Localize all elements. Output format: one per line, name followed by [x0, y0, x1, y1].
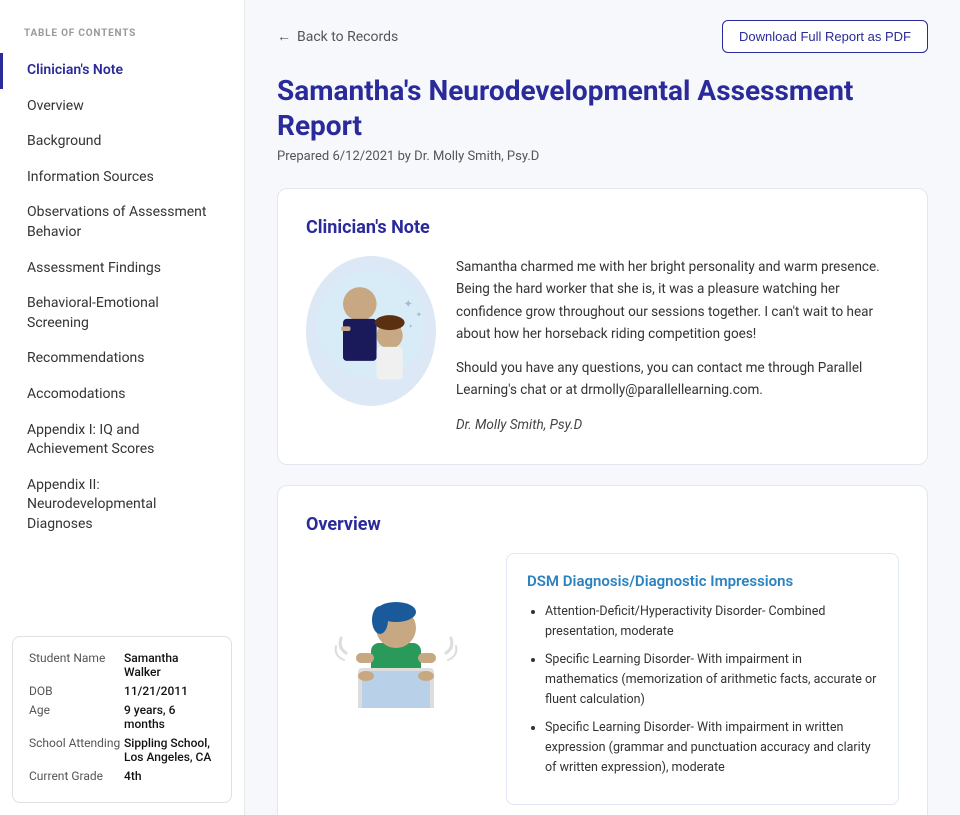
- clinician-photo-svg: ✦ ✦ ✦: [311, 261, 431, 401]
- sidebar-item-appendix-ii[interactable]: Appendix II: Neurodevelopmental Diagnose…: [0, 468, 244, 543]
- sidebar: TABLE OF CONTENTS Clinician's NoteOvervi…: [0, 0, 245, 815]
- overview-card: Overview: [277, 485, 928, 815]
- sidebar-item-appendix-i[interactable]: Appendix I: IQ and Achievement Scores: [0, 413, 244, 468]
- overview-illustration: [306, 553, 486, 713]
- prepared-by: Prepared 6/12/2021 by Dr. Molly Smith, P…: [277, 149, 928, 164]
- clinicians-note-card: Clinician's Note: [277, 188, 928, 465]
- sidebar-item-observations[interactable]: Observations of Assessment Behavior: [0, 195, 244, 250]
- sidebar-item-background[interactable]: Background: [0, 124, 244, 160]
- student-info-label: Current Grade: [29, 769, 124, 783]
- student-info-label: Student Name: [29, 651, 124, 665]
- sidebar-item-overview[interactable]: Overview: [0, 89, 244, 125]
- student-info-card: Student NameSamantha WalkerDOB11/21/2011…: [12, 636, 232, 803]
- svg-text:✦: ✦: [416, 310, 422, 319]
- dsm-list-item: Specific Learning Disorder- With impairm…: [545, 718, 878, 778]
- student-info-row: Current Grade4th: [29, 769, 215, 783]
- student-info-value: 9 years, 6 months: [124, 703, 215, 731]
- sidebar-item-clinicians-note[interactable]: Clinician's Note: [0, 53, 244, 89]
- student-info-value: 11/21/2011: [124, 684, 188, 698]
- student-info-row: Student NameSamantha Walker: [29, 651, 215, 679]
- top-bar: ← Back to Records Download Full Report a…: [277, 20, 928, 53]
- student-info-label: School Attending: [29, 736, 124, 750]
- dsm-title: DSM Diagnosis/Diagnostic Impressions: [527, 572, 878, 590]
- back-to-records-link[interactable]: ← Back to Records: [277, 28, 398, 45]
- clinician-photo: ✦ ✦ ✦: [306, 256, 436, 406]
- sidebar-item-accomodations[interactable]: Accomodations: [0, 377, 244, 413]
- clinicians-note-title: Clinician's Note: [306, 217, 899, 238]
- student-info-value: Samantha Walker: [124, 651, 215, 679]
- overview-svg: [316, 558, 476, 708]
- student-info-label: DOB: [29, 684, 124, 698]
- main-content: ← Back to Records Download Full Report a…: [245, 0, 960, 815]
- dsm-list: Attention-Deficit/Hyperactivity Disorder…: [527, 602, 878, 778]
- clinicians-note-text: Samantha charmed me with her bright pers…: [456, 256, 899, 436]
- report-title: Samantha's Neurodevelopmental Assessment…: [277, 73, 928, 143]
- student-info-value: 4th: [124, 769, 141, 783]
- dsm-box: DSM Diagnosis/Diagnostic Impressions Att…: [506, 553, 899, 805]
- dsm-list-item: Attention-Deficit/Hyperactivity Disorder…: [545, 602, 878, 642]
- dsm-list-item: Specific Learning Disorder- With impairm…: [545, 650, 878, 710]
- sidebar-item-recommendations[interactable]: Recommendations: [0, 341, 244, 377]
- clinicians-note-p1: Samantha charmed me with her bright pers…: [456, 256, 899, 345]
- sidebar-item-behavioral-emotional[interactable]: Behavioral-Emotional Screening: [0, 286, 244, 341]
- student-info-row: DOB11/21/2011: [29, 684, 215, 698]
- student-info-row: School AttendingSippling School, Los Ang…: [29, 736, 215, 764]
- back-label: Back to Records: [297, 29, 398, 45]
- student-info-row: Age9 years, 6 months: [29, 703, 215, 731]
- student-info-value: Sippling School, Los Angeles, CA: [124, 736, 215, 764]
- sidebar-item-information-sources[interactable]: Information Sources: [0, 160, 244, 196]
- arrow-left-icon: ←: [277, 28, 291, 45]
- overview-inner: DSM Diagnosis/Diagnostic Impressions Att…: [306, 553, 899, 805]
- overview-title: Overview: [306, 514, 899, 535]
- clinicians-note-p2: Should you have any questions, you can c…: [456, 357, 899, 402]
- toc-items: Clinician's NoteOverviewBackgroundInform…: [0, 53, 244, 624]
- clinicians-note-inner: ✦ ✦ ✦ Samantha charmed me with her brigh…: [306, 256, 899, 436]
- student-info-label: Age: [29, 703, 124, 717]
- toc-header: TABLE OF CONTENTS: [0, 0, 244, 53]
- download-pdf-button[interactable]: Download Full Report as PDF: [722, 20, 928, 53]
- svg-text:✦: ✦: [404, 298, 413, 311]
- svg-text:✦: ✦: [408, 323, 413, 330]
- clinicians-note-signature: Dr. Molly Smith, Psy.D: [456, 414, 899, 436]
- sidebar-item-assessment-findings[interactable]: Assessment Findings: [0, 251, 244, 287]
